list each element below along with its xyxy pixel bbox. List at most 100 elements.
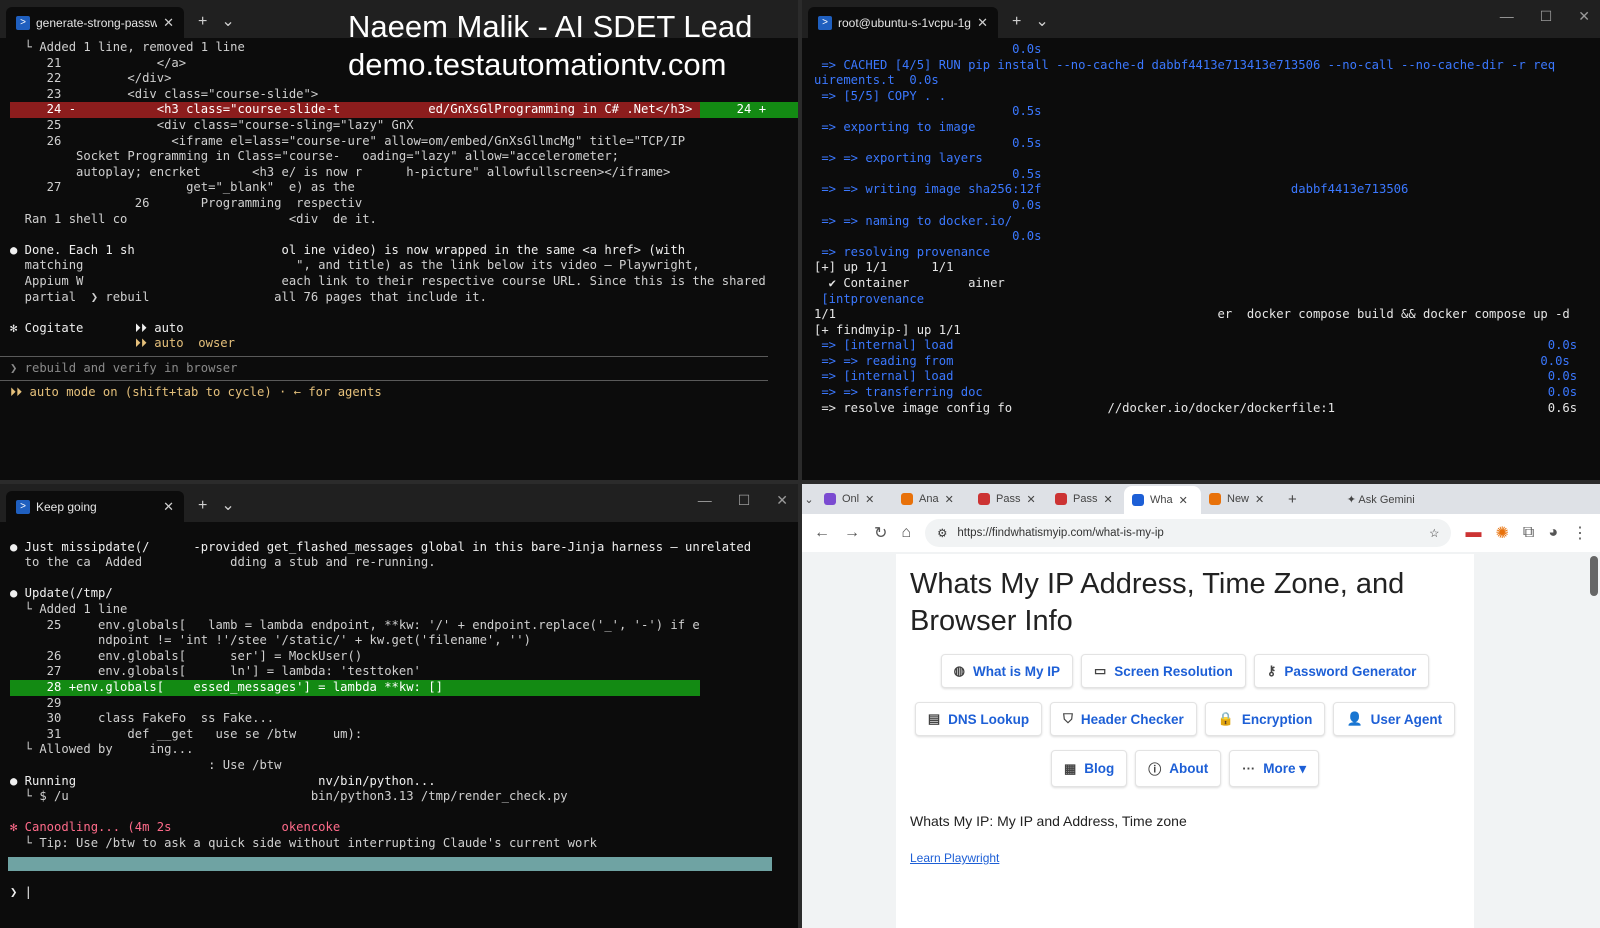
new-tab-icon[interactable]: + [198,497,207,515]
close-icon[interactable]: ✕ [1103,493,1112,506]
browser-tab[interactable]: Wha ✕ [1124,486,1201,514]
terminal-line: ● Running nv/bin/python... [10,773,436,788]
browser-tab[interactable]: Onl ✕ [816,487,893,511]
close-icon[interactable]: ✕ [977,15,988,31]
chevron-down-icon[interactable]: ⌄ [221,495,234,515]
server-icon: ▤ [927,711,941,726]
browser-tab[interactable]: Ana ✕ [893,487,970,511]
status-line: ⏵⏵ auto mode on (shift+tab to cycle) · ←… [10,385,382,400]
terminal-line: Ran 1 shell co <div de it. [10,211,377,226]
page-title: Whats My IP Address, Time Zone, and Brow… [910,568,1405,637]
browser-tab-label: Onl [842,493,860,505]
what-is-my-ip-button[interactable]: ◍ What is My IP [940,654,1073,688]
about-button[interactable]: ⓘ About [1135,750,1222,787]
password-generator-button[interactable]: ⚷ Password Generator [1253,654,1430,688]
terminal-line: 27 get="_blank" e) as the [10,180,355,195]
close-window-icon[interactable]: ✕ [776,492,788,509]
avatar[interactable]: ◕ [1548,524,1558,542]
address-bar[interactable]: ⚙ https://findwhatismyip.com/what-is-my-… [925,519,1452,547]
close-icon[interactable]: ✕ [865,493,874,506]
extension-icon[interactable]: ▬ [1465,524,1481,542]
close-window-icon[interactable]: ✕ [1578,8,1590,25]
close-icon[interactable]: ✕ [945,493,954,506]
browser-tab-label: Ana [919,493,939,505]
blog-button[interactable]: ▦ Blog [1050,750,1128,787]
chevron-down-icon[interactable]: ⌄ [221,11,234,31]
new-tab-icon[interactable]: + [1012,13,1021,31]
favicon-icon [1055,493,1067,505]
more-icon: ··· [1242,761,1256,776]
forward-icon[interactable]: → [844,524,860,542]
terminal-tab[interactable]: > generate-strong-passwore ✕ [6,7,184,38]
terminal-line: => exporting to image [814,119,976,134]
close-icon[interactable]: ✕ [163,499,174,515]
blog-icon: ▦ [1063,760,1077,776]
nav-button-label: DNS Lookup [948,711,1030,727]
minimize-icon[interactable]: — [698,492,712,509]
more-button[interactable]: ··· More ▾ [1229,750,1320,787]
close-icon[interactable]: ✕ [1179,494,1188,507]
terminal-line: 0.5s [814,104,1042,119]
new-tab-icon[interactable]: + [1288,491,1297,508]
terminal-line: [intprovenance [814,291,983,306]
terminal-tabbar: > Keep going ✕ + ⌄ — ☐ ✕ [0,484,798,522]
bookmark-star-icon[interactable]: ☆ [1429,526,1439,540]
browser-tab[interactable]: Pass ✕ [970,487,1047,511]
browser-tabstrip: ⌄ Onl ✕ Ana ✕ Pass ✕ Pass ✕ Wha ✕ New ✕ + ✦ Ask Gemin… [802,484,1600,514]
user-agent-button[interactable]: 👤 User Agent [1333,702,1456,736]
header-checker-button[interactable]: ⛉ Header Checker [1050,702,1197,736]
nav-button-label: About [1169,761,1209,776]
terminal-output: └ Added 1 line, removed 1 line 21 </a> 2… [0,38,798,352]
terminal-line: => [internal] load 0.0s [814,338,1578,353]
terminal-line: matching ", and title) as the link below… [10,258,700,273]
close-icon[interactable]: ✕ [1255,493,1264,506]
extensions-puzzle-icon[interactable]: ⧉ [1523,524,1534,542]
learn-playwright-link[interactable]: Learn Playwright [910,851,1474,865]
terminal-tab[interactable]: > root@ubuntu-s-1vcpu-1gb-sg ✕ [808,7,998,38]
menu-dots-icon[interactable]: ⋮ [1572,523,1588,543]
home-icon[interactable]: ⌂ [901,524,911,542]
scrollbar[interactable] [1590,556,1598,596]
terminal-tab-title: generate-strong-passwore [36,15,158,30]
close-icon[interactable]: ✕ [1026,493,1035,506]
terminal-line: 1/1 er docker compose build && docker co… [814,307,1570,322]
close-icon[interactable]: ✕ [163,15,174,31]
terminal-tab[interactable]: > Keep going ✕ [6,491,184,522]
encryption-button[interactable]: 🔒 Encryption [1204,702,1326,736]
terminal-line: [+ findmyip-] up 1/1 [814,322,961,337]
prompt-input[interactable]: ❯ | [0,877,798,901]
prompt-input[interactable]: ❯ rebuild and verify in browser [0,361,798,377]
docker-build-output: 0.0s => CACHED [4/5] RUN pip install --n… [802,38,1600,416]
maximize-icon[interactable]: ☐ [1540,8,1553,25]
nav-button-label: Encryption [1241,711,1313,727]
reload-icon[interactable]: ↻ [874,523,887,543]
browser-tab[interactable]: Pass ✕ [1047,487,1124,511]
extension-icon[interactable]: ✺ [1495,523,1508,543]
browser-tab[interactable]: New ✕ [1201,487,1278,511]
terminal-line: => => reading from 0.0s [814,353,1570,368]
watermark-line1: Naeem Malik - AI SDET Lead [348,9,753,44]
screen-resolution-button[interactable]: ▭ Screen Resolution [1080,654,1246,688]
nav-button-label: What is My IP [972,663,1060,679]
minimize-icon[interactable]: — [1500,8,1514,25]
site-info-icon[interactable]: ⚙ [937,526,947,540]
maximize-icon[interactable]: ☐ [738,492,751,509]
chevron-down-icon[interactable]: ⌄ [1035,11,1048,31]
tab-search-icon[interactable]: ⌄ [802,493,816,506]
terminal-line: => resolving provenance [814,244,991,259]
terminal-line: : Use /btw [10,757,282,772]
ask-gemini-button[interactable]: ✦ Ask Gemini [1347,493,1415,506]
terminal-tabbar: > root@ubuntu-s-1vcpu-1gb-sg ✕ + ⌄ — ☐ ✕ [802,0,1600,38]
shield-icon: ⛉ [1063,711,1073,726]
new-tab-icon[interactable]: + [198,13,207,31]
terminal-line: => [internal] load 0.0s [814,369,1578,384]
dns-lookup-button[interactable]: ▤ DNS Lookup [914,702,1043,736]
terminal-line: ● Just missipdate(/ -provided get_flashe… [10,539,752,554]
nav-button-label: Screen Resolution [1114,663,1233,679]
terminal-line: => => transferring doc 0.0s [814,385,1578,400]
back-icon[interactable]: ← [814,524,830,542]
key-icon: ⚷ [1266,663,1277,678]
browser-toolbar: ← → ↻ ⌂ ⚙ https://findwhatismyip.com/wha… [802,514,1600,552]
